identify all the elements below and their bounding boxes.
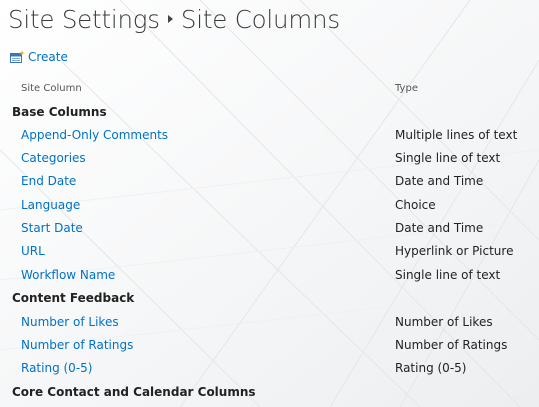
table-row: URL Hyperlink or Picture <box>0 240 539 263</box>
create-button[interactable]: Create <box>10 47 68 67</box>
site-column-link[interactable]: End Date <box>21 170 76 193</box>
breadcrumb-site-settings[interactable]: Site Settings <box>8 5 160 34</box>
column-header-site-column[interactable]: Site Column <box>21 82 82 96</box>
group-header-row: Core Contact and Calendar Columns <box>0 381 539 404</box>
page-title: Site Settings Site Columns <box>8 0 340 40</box>
table-row: Workflow Name Single line of text <box>0 264 539 287</box>
group-label: Content Feedback <box>12 291 135 305</box>
site-column-link[interactable]: Number of Likes <box>21 311 119 334</box>
site-column-type: Rating (0-5) <box>395 361 467 375</box>
table-row: Number of Likes Number of Likes <box>0 311 539 334</box>
group-label: Base Columns <box>12 105 107 119</box>
group-header-row: Content Feedback <box>0 287 539 310</box>
table-row: Categories Single line of text <box>0 147 539 170</box>
site-column-type: Number of Ratings <box>395 338 508 352</box>
site-column-link[interactable]: Workflow Name <box>21 264 115 287</box>
create-button-label: Create <box>28 50 68 64</box>
site-column-link[interactable]: Categories <box>21 147 86 170</box>
site-column-type: Hyperlink or Picture <box>395 244 514 258</box>
site-column-type: Single line of text <box>395 268 501 282</box>
site-column-type: Single line of text <box>395 151 501 165</box>
site-column-link[interactable]: URL <box>21 240 45 263</box>
site-column-link[interactable]: Start Date <box>21 217 83 240</box>
table-row: Start Date Date and Time <box>0 217 539 240</box>
site-column-link[interactable]: Number of Ratings <box>21 334 133 357</box>
site-column-link[interactable]: Append-Only Comments <box>21 124 168 147</box>
table-row: Number of Ratings Number of Ratings <box>0 334 539 357</box>
site-column-type: Number of Likes <box>395 315 493 329</box>
site-column-link[interactable]: Rating (0-5) <box>21 357 92 380</box>
site-column-type: Multiple lines of text <box>395 128 518 142</box>
site-column-link[interactable]: Language <box>21 194 80 217</box>
column-header-type[interactable]: Type <box>395 82 418 96</box>
site-column-type: Date and Time <box>395 221 484 235</box>
table-row: Rating (0-5) Rating (0-5) <box>0 357 539 380</box>
group-header-row: Base Columns <box>0 101 539 124</box>
table-row: Append-Only Comments Multiple lines of t… <box>0 124 539 147</box>
site-column-type: Date and Time <box>395 174 484 188</box>
group-label: Core Contact and Calendar Columns <box>12 385 256 399</box>
site-column-type: Choice <box>395 198 436 212</box>
page-content: Site Settings Site Columns Create Site Co… <box>0 0 539 407</box>
table-row: End Date Date and Time <box>0 170 539 193</box>
breadcrumb-site-columns: Site Columns <box>180 5 340 34</box>
create-column-icon <box>10 50 25 63</box>
table-row: Language Choice <box>0 194 539 217</box>
breadcrumb-arrow-icon <box>167 15 173 23</box>
